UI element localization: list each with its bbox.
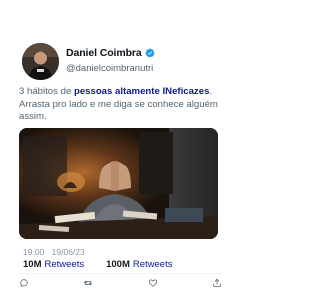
tweet-time: 19:00 — [23, 247, 45, 257]
stat-count: 100M — [106, 259, 130, 270]
stat-count: 10M — [23, 259, 42, 270]
tweet-text-highlight: pessoas altamente INeficazes — [73, 86, 210, 97]
tweet-date: 19/06/23 — [51, 247, 85, 257]
reply-button[interactable] — [19, 278, 29, 288]
stat-label: Retweets — [44, 259, 85, 270]
tweet-text: 3 hábitos de pessoas altamente INeficaze… — [19, 86, 229, 124]
verified-badge-icon — [145, 48, 154, 58]
heart-icon — [148, 279, 157, 287]
tweet-card: Daniel Coimbra @danielcoimbranutri 3 háb… — [0, 0, 241, 300]
tweet-actions — [19, 276, 222, 290]
tweet-photo — [19, 128, 218, 239]
share-button[interactable] — [212, 278, 222, 288]
author-row: Daniel Coimbra — [66, 47, 155, 59]
retweet-icon — [84, 280, 93, 286]
tweet-image[interactable] — [19, 128, 218, 239]
author-name[interactable]: Daniel Coimbra — [66, 47, 142, 59]
author-handle[interactable]: @danielcoimbranutri — [66, 63, 153, 74]
like-button[interactable] — [148, 278, 158, 288]
comment-icon — [20, 279, 28, 287]
divider — [19, 273, 222, 274]
share-icon — [213, 278, 221, 287]
avatar[interactable] — [22, 43, 59, 80]
retweet-button[interactable] — [83, 278, 93, 288]
stat-label: Retweets — [132, 259, 173, 270]
avatar-photo — [22, 43, 59, 80]
stat-retweets-secondary[interactable]: 100M Retweets — [106, 259, 172, 270]
stat-retweets[interactable]: 10M Retweets — [23, 259, 84, 270]
tweet-stats: 10M Retweets 100M Retweets — [23, 259, 172, 270]
tweet-timestamp: 19:00 19/06/23 — [23, 247, 85, 257]
tweet-text-part1: 3 hábitos de — [19, 86, 74, 97]
